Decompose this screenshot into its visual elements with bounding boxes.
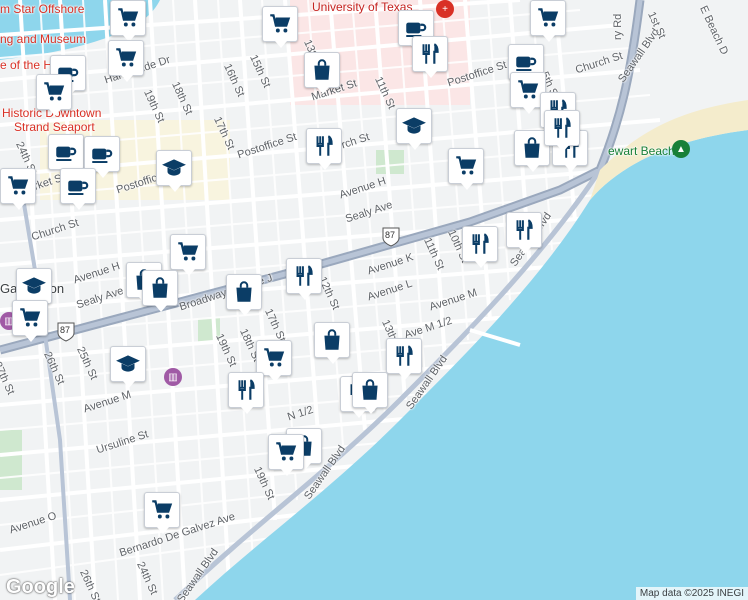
map-pin-shopping-cart[interactable]: [110, 0, 146, 42]
shopping-cart-icon: [113, 45, 139, 71]
map-pin-shopping-cart[interactable]: [262, 6, 298, 48]
shopping-bag-icon: [319, 327, 345, 353]
restaurant-icon: [417, 41, 443, 67]
map-pin-restaurant[interactable]: [412, 36, 448, 78]
shopping-cart-icon: [453, 153, 479, 179]
shopping-cart-icon: [175, 239, 201, 265]
map-pin-cafe[interactable]: [48, 134, 84, 176]
map-base-layer: [0, 0, 748, 600]
shopping-bag-icon: [309, 57, 335, 83]
shopping-cart-icon: [17, 305, 43, 331]
school-icon: [21, 273, 47, 299]
map-pin-shopping-cart[interactable]: [256, 340, 292, 382]
restaurant-icon: [291, 263, 317, 289]
shopping-bag-icon: [357, 377, 383, 403]
map-pin-shopping-cart[interactable]: [12, 300, 48, 342]
map-pin-cafe[interactable]: [60, 168, 96, 210]
park-1: [376, 150, 404, 174]
shopping-cart-icon: [535, 5, 561, 31]
map-pin-shopping-cart[interactable]: [170, 234, 206, 276]
map-pin-cafe[interactable]: [84, 136, 120, 178]
restaurant-icon: [233, 377, 259, 403]
map-pin-school[interactable]: [396, 108, 432, 150]
map-pin-shopping-bag[interactable]: [142, 270, 178, 312]
restaurant-icon: [549, 115, 575, 141]
park-tree-icon[interactable]: ▲: [672, 140, 690, 158]
shopping-bag-icon: [519, 135, 545, 161]
map-pin-shopping-bag[interactable]: [352, 372, 388, 414]
map-pin-shopping-bag[interactable]: [314, 322, 350, 364]
map-pin-shopping-cart[interactable]: [0, 168, 36, 210]
map-pin-restaurant[interactable]: [506, 212, 542, 254]
map-pin-restaurant[interactable]: [286, 258, 322, 300]
google-logo[interactable]: Google: [6, 576, 75, 599]
map-pin-shopping-cart[interactable]: [36, 74, 72, 116]
school-icon: [401, 113, 427, 139]
park-3: [0, 430, 22, 490]
shopping-cart-icon: [41, 79, 67, 105]
map-canvas[interactable]: 87 87 Harborside Dr 19th St 18th St 16th…: [0, 0, 748, 600]
map-pin-school[interactable]: [16, 268, 52, 310]
cafe-icon: [65, 173, 91, 199]
shopping-bag-icon: [147, 275, 173, 301]
map-pin-restaurant[interactable]: [228, 372, 264, 414]
map-pin-restaurant[interactable]: [306, 128, 342, 170]
cafe-icon: [53, 139, 79, 165]
map-pin-school[interactable]: [156, 150, 192, 192]
restaurant-icon: [467, 231, 493, 257]
map-pin-restaurant[interactable]: [386, 338, 422, 380]
map-pin-restaurant[interactable]: [462, 226, 498, 268]
map-pin-shopping-cart[interactable]: [448, 148, 484, 190]
restaurant-icon: [391, 343, 417, 369]
shopping-bag-icon: [231, 279, 257, 305]
shopping-cart-icon: [149, 497, 175, 523]
map-pin-restaurant[interactable]: [544, 110, 580, 152]
shopping-cart-icon: [515, 77, 541, 103]
map-pin-shopping-cart[interactable]: [108, 40, 144, 82]
school-icon: [115, 351, 141, 377]
map-pin-shopping-cart[interactable]: [268, 434, 304, 476]
map-attribution[interactable]: Map data ©2025 INEGI: [635, 587, 748, 600]
shopping-cart-icon: [5, 173, 31, 199]
shopping-cart-icon: [273, 439, 299, 465]
school-icon: [161, 155, 187, 181]
shopping-cart-icon: [267, 11, 293, 37]
map-pin-shopping-cart[interactable]: [530, 0, 566, 42]
map-pin-school[interactable]: [110, 346, 146, 388]
museum-icon[interactable]: ▥: [164, 368, 182, 386]
cafe-icon: [89, 141, 115, 167]
hospital-icon[interactable]: +: [436, 0, 454, 18]
restaurant-icon: [311, 133, 337, 159]
shopping-cart-icon: [261, 345, 287, 371]
shopping-cart-icon: [115, 5, 141, 31]
map-pin-shopping-bag[interactable]: [304, 52, 340, 94]
restaurant-icon: [511, 217, 537, 243]
map-pin-shopping-bag[interactable]: [226, 274, 262, 316]
map-pin-shopping-cart[interactable]: [144, 492, 180, 534]
